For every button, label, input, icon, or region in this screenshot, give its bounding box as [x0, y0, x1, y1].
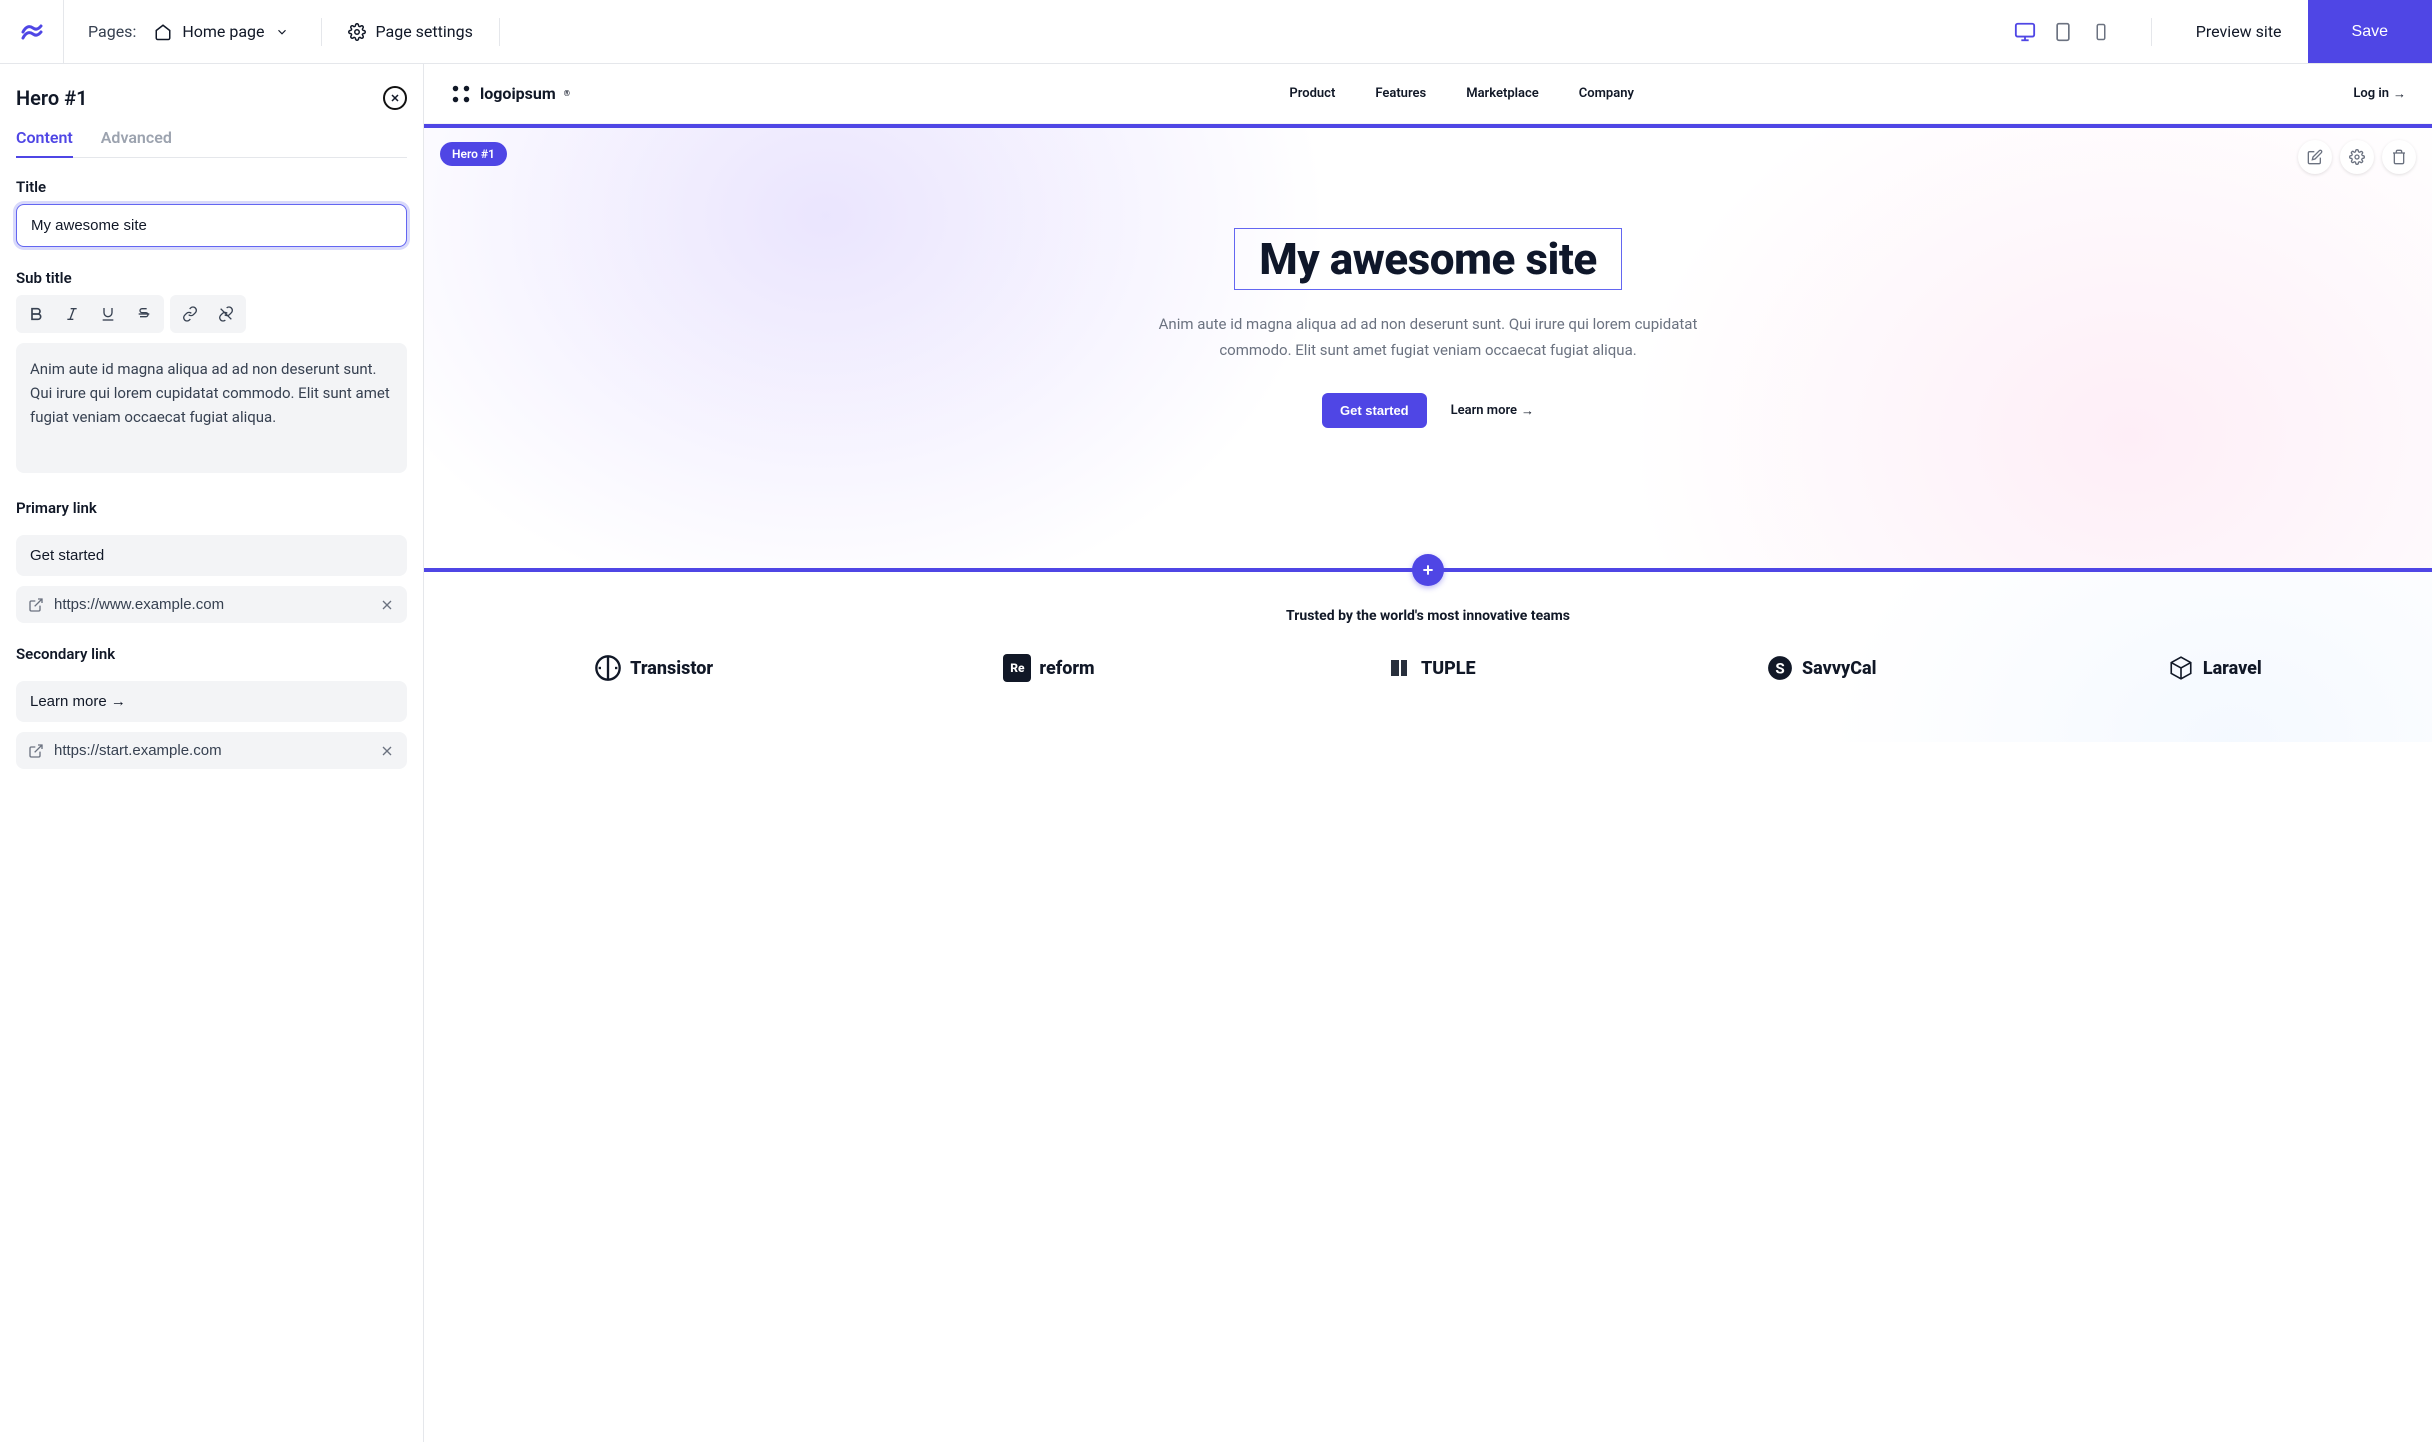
- save-button[interactable]: Save: [2308, 0, 2432, 63]
- nav-product[interactable]: Product: [1289, 86, 1335, 101]
- reform-icon: Re: [1003, 654, 1031, 682]
- device-desktop-button[interactable]: [2013, 20, 2037, 44]
- logo-savvycal: S SavvyCal: [1766, 654, 1877, 682]
- external-link-icon: [28, 743, 44, 759]
- bold-button[interactable]: [18, 297, 54, 331]
- svg-text:S: S: [1775, 659, 1784, 677]
- secondary-link-text-input[interactable]: [16, 681, 407, 722]
- title-input[interactable]: [16, 204, 407, 247]
- hero-primary-cta[interactable]: Get started: [1322, 393, 1427, 428]
- arrow-right-icon: →: [2393, 86, 2406, 102]
- page-settings-button[interactable]: Page settings: [340, 22, 481, 41]
- close-panel-button[interactable]: [383, 86, 407, 110]
- subtitle-label: Sub title: [16, 269, 407, 287]
- device-tablet-button[interactable]: [2051, 20, 2075, 44]
- secondary-link-url-input[interactable]: [54, 742, 369, 759]
- top-toolbar: Pages: Home page Page settings Preview s…: [0, 0, 2432, 64]
- nav-features[interactable]: Features: [1375, 86, 1426, 101]
- logos-heading: Trusted by the world's most innovative t…: [464, 608, 2392, 624]
- site-header: logoipsum® Product Features Marketplace …: [424, 64, 2432, 124]
- hero-secondary-cta[interactable]: Learn more →: [1451, 403, 1534, 419]
- underline-button[interactable]: [90, 297, 126, 331]
- logo-tuple: TUPLE: [1385, 654, 1476, 682]
- title-label: Title: [16, 178, 407, 196]
- tuple-icon: [1385, 654, 1413, 682]
- clear-primary-url-button[interactable]: [379, 597, 395, 613]
- tab-advanced[interactable]: Advanced: [101, 128, 172, 157]
- block-settings-button[interactable]: [2340, 140, 2374, 174]
- logo-reform: Re Reform: [1003, 654, 1094, 682]
- nav-marketplace[interactable]: Marketplace: [1466, 86, 1539, 101]
- savvycal-icon: S: [1766, 654, 1794, 682]
- arrow-right-icon: →: [1521, 403, 1534, 419]
- clear-secondary-url-button[interactable]: [379, 743, 395, 759]
- external-link-icon: [28, 597, 44, 613]
- primary-link-label: Primary link: [16, 499, 407, 517]
- strikethrough-button[interactable]: [126, 297, 162, 331]
- login-link[interactable]: Log in →: [2353, 86, 2406, 102]
- italic-button[interactable]: [54, 297, 90, 331]
- page-settings-label: Page settings: [376, 22, 473, 41]
- chevron-down-icon: [275, 25, 289, 39]
- current-page-name: Home page: [182, 22, 264, 41]
- delete-block-button[interactable]: [2382, 140, 2416, 174]
- preview-canvas: logoipsum® Product Features Marketplace …: [424, 64, 2432, 1442]
- hero-block[interactable]: Hero #1 My awesome site Anim aute id mag…: [424, 128, 2432, 568]
- gear-icon: [348, 23, 366, 41]
- subtitle-textarea[interactable]: Anim aute id magna aliqua ad ad non dese…: [16, 343, 407, 473]
- nav-company[interactable]: Company: [1579, 86, 1634, 101]
- add-block-button[interactable]: [1412, 554, 1444, 586]
- block-tag: Hero #1: [440, 142, 507, 166]
- panel-title: Hero #1: [16, 86, 88, 110]
- pages-label: Pages:: [64, 22, 154, 41]
- page-selector[interactable]: Home page: [154, 22, 302, 41]
- site-brand-name: logoipsum: [480, 84, 556, 103]
- editor-sidebar: Hero #1 Content Advanced Title Sub title: [0, 64, 424, 1442]
- home-icon: [154, 23, 172, 41]
- logos-block[interactable]: Trusted by the world's most innovative t…: [424, 572, 2432, 742]
- secondary-link-label: Secondary link: [16, 645, 407, 663]
- primary-link-url-input[interactable]: [54, 596, 369, 613]
- laravel-icon: [2167, 654, 2195, 682]
- edit-block-button[interactable]: [2298, 140, 2332, 174]
- app-logo[interactable]: [0, 0, 64, 63]
- link-button[interactable]: [172, 297, 208, 331]
- site-logo[interactable]: logoipsum®: [450, 83, 570, 105]
- transistor-icon: [594, 654, 622, 682]
- logo-laravel: Laravel: [2167, 654, 2262, 682]
- unlink-button[interactable]: [208, 297, 244, 331]
- hero-subtitle[interactable]: Anim aute id magna aliqua ad ad non dese…: [1148, 312, 1708, 363]
- hero-title-editable[interactable]: My awesome site: [1234, 228, 1621, 290]
- logo-transistor: Transistor: [594, 654, 713, 682]
- preview-site-button[interactable]: Preview site: [2170, 22, 2308, 41]
- primary-link-text-input[interactable]: [16, 535, 407, 576]
- tab-content[interactable]: Content: [16, 128, 73, 157]
- device-mobile-button[interactable]: [2089, 20, 2113, 44]
